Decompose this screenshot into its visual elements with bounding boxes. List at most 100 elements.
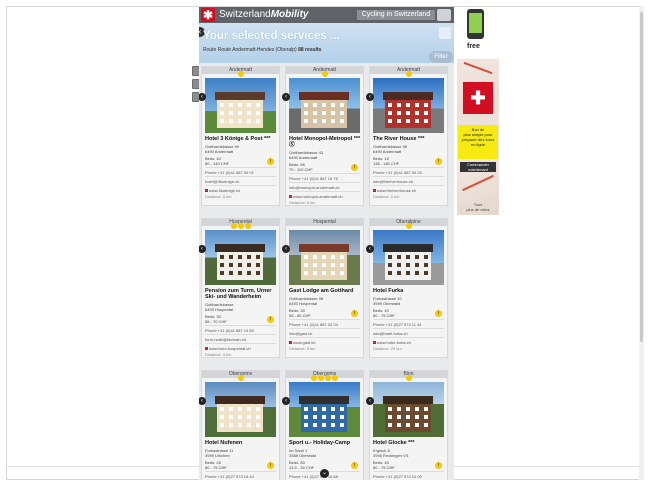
phone-number[interactable]: Phone +41 (0)41 887 00 25 (373, 167, 444, 175)
photo-prev-icon[interactable]: ‹ (366, 397, 374, 405)
hotel-photo[interactable] (205, 230, 276, 285)
window (406, 119, 410, 123)
scrollbar-thumb[interactable] (640, 12, 643, 342)
hotel-photo[interactable] (205, 78, 276, 133)
hotel-card[interactable]: Obergoms ‹ Sport u.- Holiday-Camp Im Sand 1… (282, 370, 364, 480)
window (256, 407, 260, 411)
hotel-name[interactable]: The River House *** (373, 136, 445, 142)
hotel-name[interactable]: Gast Lodge am Gotthard (289, 288, 361, 294)
hotel-card[interactable]: Binn ‹ Hotel Glocke *** Ergisch 8 3996 Recki… (366, 370, 448, 480)
window (238, 407, 242, 411)
email-link[interactable]: info@theriverhouse.ch (373, 176, 444, 184)
photo-prev-icon[interactable]: ‹ (366, 245, 374, 253)
free-label[interactable]: free (467, 43, 480, 50)
distance-text: Distance: 3 km (289, 346, 316, 351)
window (397, 111, 401, 115)
address-line: 3999 Oberwald (373, 301, 401, 306)
hotel-photo[interactable] (373, 78, 444, 133)
hotel-card[interactable]: Andermatt ‹ Hotel Monopol-Metropol *** Ⓢ Go… (282, 66, 364, 206)
window (322, 407, 326, 411)
website-link[interactable]: www.monopol-andermatt.ch (289, 191, 360, 199)
filter-button[interactable]: Filter (429, 51, 453, 63)
website-link[interactable]: www.3koenige.ch (205, 185, 276, 193)
website-link[interactable]: www.gast.ch (289, 337, 360, 345)
website-url: www.theriverhouse.ch (377, 188, 417, 193)
phone-number[interactable]: Phone +41 (0)27 974 10 00 (373, 471, 444, 479)
window (415, 103, 419, 107)
website-link[interactable]: www.turm-hospental.ch (205, 343, 276, 351)
hotel-name[interactable]: Hotel Nufenen (205, 440, 277, 446)
phone-number[interactable]: Phone +41 (0)41 887 15 75 (289, 173, 360, 181)
phone-number[interactable]: Phone +41 (0)27 973 11 44 (373, 319, 444, 327)
photo-prev-icon[interactable]: ‹ (366, 93, 374, 101)
beds-block: Beds: 16 138 - 180 CHF i (370, 156, 447, 166)
photo-prev-icon[interactable]: ‹ (282, 245, 290, 253)
website-link[interactable]: www.theriverhouse.ch (373, 185, 444, 193)
building (301, 404, 347, 432)
website-icon (373, 189, 376, 193)
hotel-card[interactable]: Hospental ‹ Gast Lodge am Gotthard Gotthard… (282, 218, 364, 358)
hotel-photo[interactable] (289, 230, 360, 285)
window (331, 255, 335, 259)
info-icon[interactable]: i (435, 158, 442, 165)
amenity-icon (405, 223, 412, 229)
hotel-card[interactable]: Obergoms ‹ Hotel Nufenen Furkastrasse 11 399… (199, 370, 280, 480)
info-icon[interactable]: i (267, 158, 274, 165)
info-icon[interactable]: i (267, 316, 274, 323)
hotel-photo[interactable] (373, 382, 444, 437)
hotel-name[interactable]: Hotel Glocke *** (373, 440, 445, 446)
hotel-name[interactable]: Hotel Monopol-Metropol *** Ⓢ (289, 136, 361, 148)
phone-number[interactable]: Phone +41 (0)41 887 15 80 (205, 325, 276, 333)
email-link[interactable]: info@monopol-andermatt.ch (289, 182, 360, 190)
website-link[interactable]: www.hotel-furka.ch (373, 337, 444, 345)
ad-text: Bon de plus simple pour préparer des tou… (458, 125, 498, 159)
photo-prev-icon[interactable]: ‹ (282, 93, 290, 101)
window (397, 271, 401, 275)
window (220, 111, 224, 115)
hotel-card[interactable]: Hospental ‹ Pension zum Turm, Urner Ski- u… (199, 218, 280, 358)
hotel-name[interactable]: Pension zum Turm, Urner Ski- und Wanderh… (205, 288, 277, 300)
beds-block: Beds: 30 55 - 70 CHF i (202, 314, 279, 324)
hotel-name[interactable]: Sport u.- Holiday-Camp (289, 440, 361, 446)
beds-price: Beds: 16 138 - 180 CHF (373, 156, 423, 166)
distance-text: Distance: 0 km (289, 200, 316, 205)
email-link[interactable]: info@hotel-furka.ch (373, 328, 444, 336)
scroll-down-icon[interactable]: ⌄ (320, 469, 329, 478)
building (217, 404, 263, 432)
info-icon[interactable]: i (267, 462, 274, 469)
hotel-card[interactable]: Oberalpine ‹ Hotel Furka Furkastrasse 10 399… (366, 218, 448, 358)
hotel-card[interactable]: Andermatt ‹ The River House *** Gotthardstr… (366, 66, 448, 206)
hotel-photo[interactable] (373, 230, 444, 285)
swiss-logo-icon[interactable]: ✱ (201, 8, 215, 22)
order-button[interactable]: Commander maintenant (460, 162, 496, 172)
phone-number[interactable]: Phone +41 (0)27 973 16 44 (205, 471, 276, 479)
hotel-name[interactable]: Hotel 3 Könige & Post *** (205, 136, 277, 142)
phone-number[interactable]: Phone +41 (0)41 887 02 04 (289, 319, 360, 327)
map-icon[interactable] (437, 9, 451, 21)
window (304, 271, 308, 275)
hotel-photo[interactable] (289, 78, 360, 133)
email-link[interactable]: hotel@3koenige.ch (205, 176, 276, 184)
window (406, 255, 410, 259)
brand-name[interactable]: SwitzerlandMobility (219, 9, 308, 20)
hotel-name[interactable]: Hotel Furka (373, 288, 445, 294)
window (313, 255, 317, 259)
hotel-photo[interactable] (289, 382, 360, 437)
window (397, 407, 401, 411)
photo-prev-icon[interactable]: ‹ (282, 397, 290, 405)
info-icon[interactable]: i (351, 164, 358, 171)
hotel-card[interactable]: Andermatt ‹ Hotel 3 Könige & Post *** Gotth… (199, 66, 280, 206)
beds-price: Beds: 40 80 - 140 CHF (205, 156, 255, 166)
info-icon[interactable]: i (351, 462, 358, 469)
topic-tag[interactable]: Cycling in Switzerland (357, 10, 435, 20)
info-icon[interactable]: i (351, 310, 358, 317)
email-link[interactable]: info@gast.ch (289, 328, 360, 336)
window (256, 423, 260, 427)
info-icon[interactable]: i (435, 462, 442, 469)
window (304, 415, 308, 419)
email-link[interactable]: turm-hotel@bluewin.ch (205, 334, 276, 342)
hotel-photo[interactable] (205, 382, 276, 437)
phone-number[interactable]: Phone +41 (0)41 887 00 01 (205, 167, 276, 175)
window (322, 423, 326, 427)
info-icon[interactable]: i (435, 310, 442, 317)
